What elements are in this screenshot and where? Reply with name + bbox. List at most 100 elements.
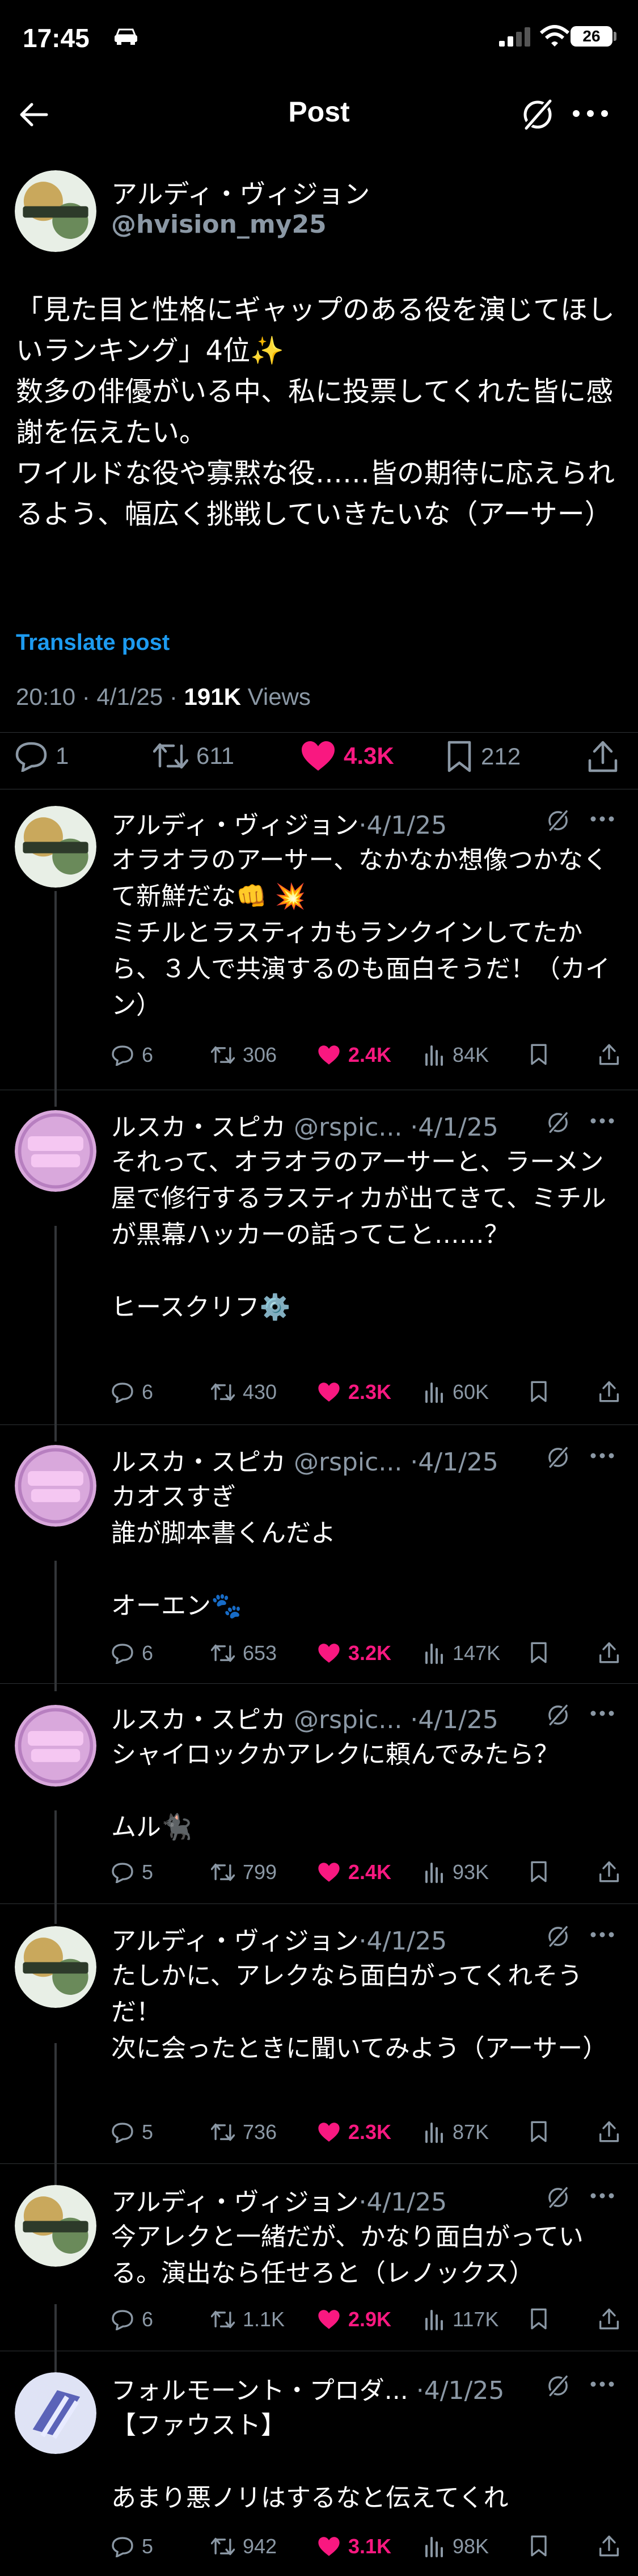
share-button[interactable] — [599, 2120, 619, 2143]
like-button[interactable]: 3.1K — [318, 2535, 391, 2558]
grok-icon[interactable] — [519, 96, 556, 133]
bookmark-icon — [531, 1044, 547, 1065]
more-options-icon[interactable] — [590, 2192, 615, 2200]
views-count: 93K — [453, 1860, 489, 1884]
bookmark-button[interactable] — [530, 1860, 548, 1883]
reply-author-name[interactable]: フォルモーント・プロダ... — [111, 2376, 408, 2405]
share-button[interactable] — [599, 2308, 619, 2330]
like-count: 2.4K — [348, 1860, 392, 1884]
more-options-icon[interactable] — [571, 102, 610, 125]
translate-link[interactable]: Translate post — [16, 630, 170, 655]
reply-button[interactable]: 1 — [15, 740, 69, 772]
reply-item[interactable]: ルスカ・スピカ @rspic... ·4/1/25 シャイロックかアレクに頼んで… — [0, 1699, 638, 1903]
share-button[interactable] — [599, 1380, 619, 1403]
like-button[interactable]: 2.4K — [318, 1860, 391, 1884]
bookmark-button[interactable] — [530, 2120, 548, 2143]
share-button[interactable] — [599, 1860, 619, 1883]
views-icon — [425, 1863, 443, 1883]
like-button[interactable]: 2.3K — [318, 2120, 391, 2144]
reply-item[interactable]: アルディ・ヴィジョン·4/1/25 今アレクと一緒だが、かなり面白がっている。演… — [0, 2182, 638, 2352]
grok-icon[interactable] — [546, 808, 571, 833]
repost-button[interactable]: 736 — [211, 2120, 277, 2144]
reply-item[interactable]: フォルモーント・プロダ... ·4/1/25 【ファウスト】 あまり悪ノリはする… — [0, 2370, 638, 2576]
grok-icon[interactable] — [546, 1445, 571, 1470]
bookmark-icon — [531, 2535, 547, 2557]
more-options-icon[interactable] — [590, 1117, 615, 1125]
more-options-icon[interactable] — [590, 2380, 615, 2388]
grok-icon[interactable] — [546, 1110, 571, 1135]
like-button[interactable]: 3.2K — [318, 1641, 391, 1665]
like-button[interactable]: 2.3K — [318, 1380, 391, 1404]
reply-button[interactable]: 6 — [111, 1641, 153, 1665]
repost-button[interactable]: 942 — [211, 2535, 277, 2558]
reply-button[interactable]: 5 — [111, 1860, 153, 1884]
repost-button[interactable]: 611 — [153, 740, 234, 772]
reply-author-handle[interactable]: @rspic... — [286, 1448, 402, 1477]
grok-icon[interactable] — [546, 1924, 571, 1949]
reply-action-bar: 5 942 3.1K 98K — [111, 2535, 627, 2563]
views-button[interactable]: 98K — [424, 2535, 489, 2558]
views-icon — [425, 1382, 443, 1403]
bookmark-icon — [531, 1861, 547, 1882]
reply-author-name[interactable]: アルディ・ヴィジョン — [111, 1927, 358, 1956]
reply-button[interactable]: 6 — [111, 2308, 153, 2331]
reply-author-handle[interactable]: @rspic... — [286, 1705, 402, 1734]
repost-button[interactable]: 1.1K — [211, 2308, 285, 2331]
author-name[interactable]: アルディ・ヴィジョン — [111, 174, 370, 211]
more-options-icon[interactable] — [590, 1452, 615, 1460]
share-button[interactable] — [599, 2535, 619, 2557]
reply-author-name[interactable]: ルスカ・スピカ — [111, 1113, 286, 1142]
views-button[interactable]: 60K — [424, 1380, 489, 1404]
bookmark-button[interactable] — [530, 2535, 548, 2557]
bookmark-button[interactable] — [530, 1641, 548, 1664]
author-avatar[interactable] — [15, 170, 96, 252]
views-button[interactable]: 147K — [424, 1641, 500, 1665]
more-options-icon[interactable] — [590, 1931, 615, 1939]
reply-author-name[interactable]: アルディ・ヴィジョン — [111, 811, 358, 840]
reply-item[interactable]: ルスカ・スピカ @rspic... ·4/1/25 それって、オラオラのアーサー… — [0, 1107, 638, 1413]
more-options-icon[interactable] — [590, 815, 615, 823]
reply-author-name[interactable]: ルスカ・スピカ — [111, 1448, 286, 1477]
share-button[interactable] — [599, 1043, 619, 1066]
reply-button[interactable]: 5 — [111, 2120, 153, 2144]
share-icon — [599, 1381, 619, 1402]
views-button[interactable]: 93K — [424, 1860, 489, 1884]
author-handle[interactable]: @hvision_my25 — [111, 210, 327, 239]
bookmark-button[interactable]: 212 — [446, 740, 521, 773]
reply-author-name[interactable]: ルスカ・スピカ — [111, 1705, 286, 1734]
battery-tip — [614, 32, 616, 41]
views-button[interactable]: 84K — [424, 1043, 489, 1067]
bookmark-icon — [531, 2121, 547, 2142]
grok-icon[interactable] — [546, 2373, 571, 2398]
repost-count: 430 — [243, 1380, 277, 1403]
repost-button[interactable]: 799 — [211, 1860, 277, 1884]
grok-icon[interactable] — [546, 1703, 571, 1728]
bookmark-button[interactable] — [530, 1380, 548, 1403]
like-button[interactable]: 2.4K — [318, 1043, 391, 1067]
reply-author-handle[interactable]: @rspic... — [286, 1113, 402, 1142]
reply-item[interactable]: アルディ・ヴィジョン·4/1/25 オラオラのアーサー、なかなか想像つかなくて新… — [0, 805, 638, 1077]
reply-button[interactable]: 6 — [111, 1380, 153, 1404]
reply-button[interactable]: 5 — [111, 2535, 153, 2558]
bookmark-button[interactable] — [530, 1043, 548, 1066]
share-icon — [599, 2535, 619, 2557]
repost-button[interactable]: 306 — [211, 1043, 277, 1067]
reply-action-bar: 6 306 2.4K 84K — [111, 1043, 627, 1071]
share-icon — [588, 741, 618, 772]
like-button[interactable]: 4.3K — [301, 740, 394, 772]
reply-item[interactable]: アルディ・ヴィジョン·4/1/25 たしかに、アレクなら面白がってくれそうだ！ … — [0, 1921, 638, 2159]
reply-author-name[interactable]: アルディ・ヴィジョン — [111, 2188, 358, 2217]
share-button[interactable] — [599, 1641, 619, 1664]
share-button[interactable] — [588, 740, 618, 773]
repost-button[interactable]: 430 — [211, 1380, 277, 1404]
grok-icon[interactable] — [546, 2185, 571, 2210]
views-button[interactable]: 117K — [424, 2308, 498, 2331]
bookmark-button[interactable] — [530, 2308, 548, 2330]
reply-item[interactable]: ルスカ・スピカ @rspic... ·4/1/25 カオスすぎ 誰が脚本書くんだ… — [0, 1442, 638, 1680]
repost-button[interactable]: 653 — [211, 1641, 277, 1665]
views-button[interactable]: 87K — [424, 2120, 489, 2144]
more-options-icon[interactable] — [590, 1709, 615, 1717]
repost-count: 611 — [196, 742, 234, 769]
like-button[interactable]: 2.9K — [318, 2308, 391, 2331]
reply-button[interactable]: 6 — [111, 1043, 153, 1067]
